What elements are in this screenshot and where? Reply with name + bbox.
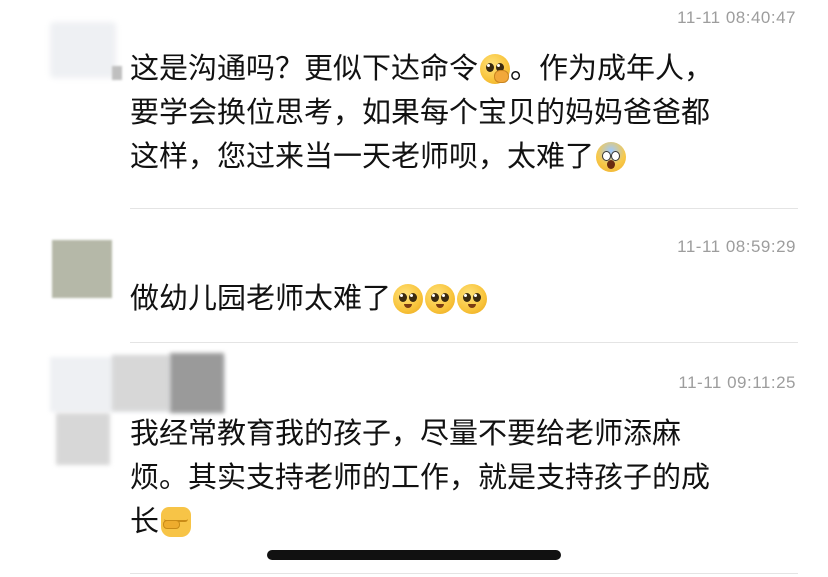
avatar-blur-block	[112, 355, 170, 411]
comment-divider	[130, 342, 798, 343]
comment-text-line: 要学会换位思考，如果每个宝贝的妈妈爸爸都	[130, 95, 711, 129]
comment-text: 我经常教育我的孩子，尽量不要给老师添麻 烦。其实支持老师的工作，就是支持孩子的成…	[130, 411, 810, 543]
avatar-blur-block	[170, 353, 224, 413]
comment-item-2: 11-11 08:59:29 做幼儿园老师太难了	[0, 210, 828, 345]
comment-text-line: 烦。其实支持老师的工作，就是支持孩子的成	[130, 460, 711, 494]
thinking-face-emoji	[480, 54, 511, 84]
comment-item-3: 11-11 09:11:25 我经常教育我的孩子，尽量不要给老师添麻 烦。其实支…	[0, 345, 828, 577]
comment-divider	[130, 208, 798, 209]
comment-item-1: 11-11 08:40:47 这是沟通吗？更似下达命令 。作为成年人， 要学会换位…	[0, 0, 828, 210]
avatar-blur-edge	[112, 66, 122, 80]
comment-divider	[130, 573, 798, 574]
comment-text-line: 这样，您过来当一天老师呗，太难了	[130, 139, 595, 173]
comment-text-line: 。作为成年人，	[510, 51, 714, 85]
comment-timestamp: 11-11 08:40:47	[677, 8, 796, 27]
pleading-face-emoji	[425, 284, 456, 314]
comment-text: 这是沟通吗？更似下达命令 。作为成年人， 要学会换位思考，如果每个宝贝的妈妈爸爸都…	[130, 46, 810, 178]
raised-fist-emoji	[161, 507, 192, 537]
comment-text: 做幼儿园老师太难了	[130, 276, 810, 320]
comment-text-line: 这是沟通吗？更似下达命令	[130, 51, 479, 85]
avatar-blur-block	[56, 413, 110, 465]
pleading-face-emoji	[393, 284, 424, 314]
comment-timestamp: 11-11 08:59:29	[677, 237, 796, 256]
comment-text-line: 做幼儿园老师太难了	[130, 281, 392, 315]
comment-text-line: 我经常教育我的孩子，尽量不要给老师添麻	[130, 416, 682, 450]
pleading-face-emoji	[457, 284, 488, 314]
home-indicator[interactable]	[267, 550, 561, 560]
comment-timestamp: 11-11 09:11:25	[678, 373, 796, 392]
avatar-blurred-1[interactable]	[50, 22, 116, 78]
comment-text-line: 长	[130, 504, 160, 538]
avatar-1[interactable]	[52, 240, 112, 298]
screaming-face-emoji	[596, 142, 627, 172]
